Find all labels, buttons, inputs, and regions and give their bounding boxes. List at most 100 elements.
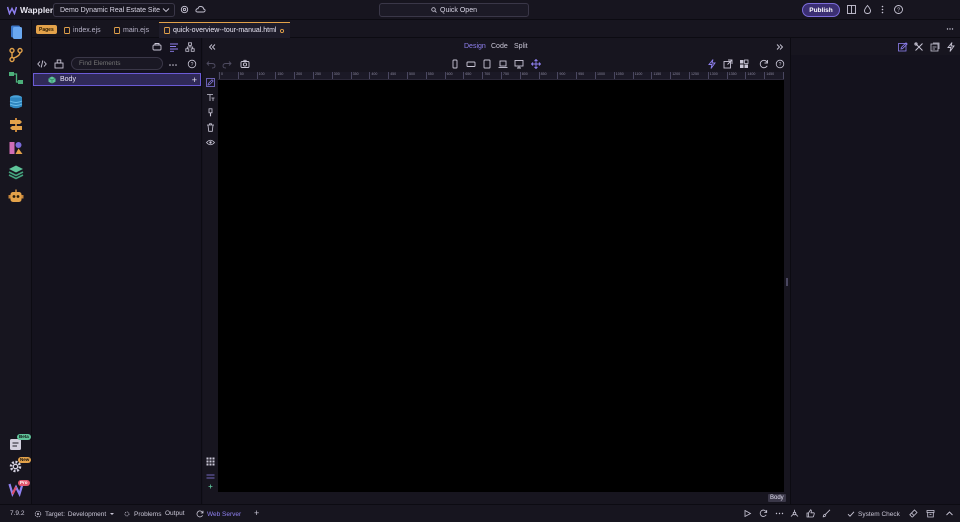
theme-drop-icon[interactable] [862,4,873,15]
laptop-device-icon[interactable] [498,59,508,69]
text-format-icon[interactable] [206,93,215,102]
pro-badge: Pro [18,480,30,486]
ruler-tick: 300 [331,72,340,79]
design-side-tools [203,72,218,492]
code-snippets-icon[interactable] [930,42,940,52]
refresh-icon[interactable] [759,59,769,69]
eraser-icon[interactable] [909,509,918,518]
git-icon[interactable] [8,47,24,63]
properties-list-icon[interactable] [169,42,179,52]
resize-handle[interactable] [786,278,788,286]
more-horizontal-icon[interactable] [775,509,784,518]
publish-button[interactable]: Publish [802,3,840,17]
screenshot-camera-icon[interactable] [240,59,250,69]
app-brand: Wappler [7,4,53,16]
tools-icon[interactable] [914,42,924,52]
structure-tree-icon[interactable] [54,59,64,69]
tab-label: main.ejs [123,26,150,34]
network-icon[interactable] [790,509,799,518]
more-horizontal-icon[interactable] [946,25,954,33]
output-button[interactable]: Output [165,510,185,517]
routing-icon[interactable] [8,117,24,133]
ruler-tick: 700 [482,72,490,79]
lightning-action-icon[interactable] [707,59,717,69]
redo-icon[interactable] [222,59,232,69]
collapse-left-icon[interactable] [208,43,216,51]
play-icon[interactable] [743,509,752,518]
mode-split[interactable]: Split [514,43,528,50]
grid-blocks-icon[interactable] [739,59,749,69]
ai-robot-icon[interactable] [8,188,24,204]
web-server-button[interactable]: Web Server [196,510,241,518]
tab-label: index.ejs [73,26,101,34]
tablet-device-icon[interactable] [482,59,492,69]
add-small-icon[interactable] [206,482,215,491]
design-canvas[interactable] [218,80,784,492]
reload-icon[interactable] [759,509,768,518]
problems-button[interactable]: Problems [123,510,161,518]
horizontal-ruler: 0 50 100 150 200 250 300 350 400 450 500 550 600 650 7… [218,72,784,80]
tree-node-body[interactable]: Body + [33,73,201,86]
edit-properties-icon[interactable] [898,42,908,52]
components-icon[interactable] [152,42,162,52]
mode-design[interactable]: Design [464,43,486,50]
chevron-down-icon [162,8,170,13]
undo-icon[interactable] [206,59,216,69]
desktop-device-icon[interactable] [514,59,524,69]
database-icon[interactable] [8,94,24,110]
mobile-device-icon[interactable] [450,59,460,69]
ruler-tick: 800 [519,72,528,79]
target-selector[interactable]: Target: Development [34,510,115,518]
find-elements-input[interactable] [71,57,163,70]
edit-pencil-icon[interactable] [206,78,215,87]
cloud-sync-icon[interactable] [195,4,206,15]
layout-lines-icon[interactable] [206,472,215,481]
extensions-icon[interactable] [8,164,24,180]
add-panel-button[interactable]: + [254,508,259,518]
feedback-thumbs-up-icon[interactable] [806,509,815,518]
style-brush-icon[interactable] [206,108,215,117]
help-icon[interactable]: ? [187,59,197,69]
collapse-right-icon[interactable] [776,43,784,51]
mode-code[interactable]: Code [491,43,508,50]
more-horizontal-icon[interactable] [168,60,178,70]
tab-quick-overview[interactable]: quick-overview--tour-manual.html [159,22,291,38]
grid-view-icon[interactable] [206,457,215,466]
unsaved-dot-icon[interactable] [279,28,285,34]
clear-format-icon[interactable] [206,123,215,132]
help-icon[interactable]: ? [893,4,904,15]
sitemap-icon[interactable] [185,42,195,52]
brush-tool-icon[interactable] [822,509,831,518]
title-bar: Wappler Demo Dynamic Real Estate Site Qu… [0,0,960,20]
quick-open-button[interactable]: Quick Open [379,3,529,17]
open-external-icon[interactable] [723,59,733,69]
mobile-landscape-icon[interactable] [466,59,476,69]
workflows-icon[interactable] [8,70,24,86]
layout-toggle-icon[interactable] [846,4,857,15]
svg-text:?: ? [191,62,194,68]
add-element-button[interactable]: + [192,75,197,85]
assets-icon[interactable] [8,140,24,156]
document-tabs: Pages index.ejs main.ejs quick-overview-… [32,20,960,38]
pages-section-chip[interactable]: Pages [36,25,57,34]
archive-icon[interactable] [926,509,935,518]
properties-panel [790,38,960,504]
tab-index-ejs[interactable]: index.ejs [59,22,106,38]
help-icon[interactable]: ? [775,59,785,69]
code-icon[interactable] [37,59,47,69]
project-select[interactable]: Demo Dynamic Real Estate Site [53,3,175,17]
system-check-button[interactable]: System Check [847,510,900,518]
responsive-resize-icon[interactable] [531,59,541,69]
selected-element-breadcrumb[interactable]: Body [768,494,786,502]
project-settings-icon[interactable] [179,4,190,15]
chevron-up-icon[interactable] [945,509,954,518]
tab-main-ejs[interactable]: main.ejs [109,22,154,38]
ruler-tick: 400 [369,72,377,79]
more-vertical-icon[interactable] [877,4,888,15]
ruler-tick: 950 [576,72,584,79]
web-server-label: Web Server [207,510,242,518]
view-mode-bar: Design Code Split [203,38,790,56]
actions-lightning-icon[interactable] [946,42,956,52]
visibility-eye-icon[interactable] [206,138,215,147]
pages-icon[interactable] [8,24,24,40]
